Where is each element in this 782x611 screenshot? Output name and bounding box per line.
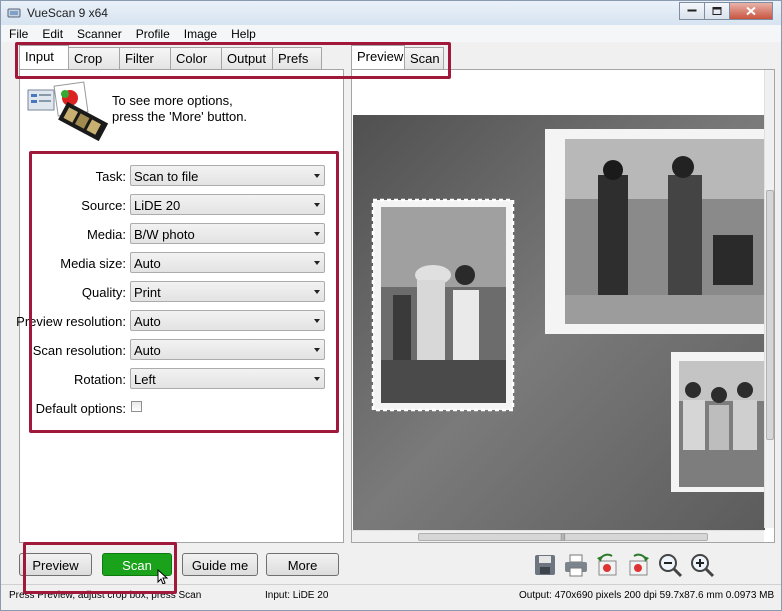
more-options-hint: To see more options, press the 'More' bu… xyxy=(112,93,247,125)
chevron-down-icon xyxy=(314,203,320,207)
media-size-select[interactable]: Auto xyxy=(130,252,325,273)
title-bar: VueScan 9 x64 xyxy=(1,1,781,25)
tab-scan[interactable]: Scan xyxy=(404,47,444,69)
rotation-row: Rotation: Left xyxy=(20,368,345,390)
media-row: Media: B/W photo xyxy=(20,223,345,245)
tab-input[interactable]: Input xyxy=(19,45,69,69)
maximize-button[interactable] xyxy=(704,2,730,20)
close-icon xyxy=(746,6,756,16)
default-options-row: Default options: xyxy=(20,397,345,419)
source-label: Source: xyxy=(81,198,126,213)
menu-image[interactable]: Image xyxy=(176,25,223,42)
horizontal-scroll-thumb[interactable]: ||| xyxy=(418,533,708,541)
default-options-label: Default options: xyxy=(35,401,126,416)
task-label: Task: xyxy=(95,169,126,184)
status-bar: Press Preview, adjust crop box, press Sc… xyxy=(1,584,781,610)
rotation-label: Rotation: xyxy=(73,372,126,387)
media-size-value: Auto xyxy=(134,256,161,271)
rotation-value: Left xyxy=(134,372,156,387)
media-label: Media: xyxy=(86,227,126,242)
quality-row: Quality: Print xyxy=(20,281,345,303)
menu-file[interactable]: File xyxy=(1,25,34,42)
preview-button[interactable]: Preview xyxy=(19,553,92,576)
tab-prefs[interactable]: Prefs xyxy=(272,47,322,69)
left-tab-bar: Input Crop Filter Color Output Prefs xyxy=(19,45,322,70)
tab-preview[interactable]: Preview xyxy=(351,45,405,69)
preview-image-area[interactable] xyxy=(353,115,765,530)
minimize-icon xyxy=(687,9,697,12)
tab-filter[interactable]: Filter xyxy=(119,47,171,69)
input-tab-panel: To see more options, press the 'More' bu… xyxy=(16,69,345,543)
preview-vertical-scrollbar[interactable] xyxy=(764,70,774,528)
chevron-down-icon xyxy=(314,232,320,236)
print-icon[interactable] xyxy=(563,552,589,578)
window-title: VueScan 9 x64 xyxy=(27,6,108,20)
default-options-checkbox[interactable] xyxy=(131,401,142,412)
scanned-album-page-image xyxy=(353,115,765,530)
chevron-down-icon xyxy=(314,290,320,294)
zoom-out-icon[interactable] xyxy=(657,552,683,578)
quality-value: Print xyxy=(134,285,161,300)
status-output-info: Output: 470x690 pixels 200 dpi 59.7x87.6… xyxy=(519,590,775,601)
tab-color[interactable]: Color xyxy=(170,47,222,69)
source-select[interactable]: LiDE 20 xyxy=(130,194,325,215)
maximize-icon xyxy=(712,7,722,15)
chevron-down-icon xyxy=(314,348,320,352)
app-window: VueScan 9 x64 File Edit Scanner Profile … xyxy=(0,0,782,611)
scanner-illustration-icon xyxy=(27,81,109,142)
task-value: Scan to file xyxy=(134,169,199,184)
chevron-down-icon xyxy=(314,319,320,323)
save-icon[interactable] xyxy=(532,552,558,578)
task-select[interactable]: Scan to file xyxy=(130,165,325,186)
rotate-right-icon[interactable] xyxy=(626,552,652,578)
menu-edit[interactable]: Edit xyxy=(34,25,69,42)
status-input-device: Input: LiDE 20 xyxy=(265,590,329,601)
vuescan-app-icon xyxy=(7,8,21,18)
hint-line-2: press the 'More' button. xyxy=(112,109,248,124)
rotate-left-icon[interactable] xyxy=(594,552,620,578)
more-button[interactable]: More xyxy=(266,553,339,576)
source-value: LiDE 20 xyxy=(134,198,181,213)
preview-horizontal-scrollbar[interactable]: ||| xyxy=(352,530,764,542)
vertical-scroll-thumb[interactable] xyxy=(766,190,774,440)
right-tab-bar: Preview Scan xyxy=(351,45,444,70)
hint-line-1: To see more options, xyxy=(112,93,233,108)
minimize-button[interactable] xyxy=(679,2,705,20)
menu-profile[interactable]: Profile xyxy=(128,25,176,42)
scan-resolution-row: Scan resolution: Auto xyxy=(20,339,345,361)
preview-resolution-value: Auto xyxy=(134,314,161,329)
tab-output[interactable]: Output xyxy=(221,47,273,69)
source-row: Source: LiDE 20 xyxy=(20,194,345,216)
preview-resolution-select[interactable]: Auto xyxy=(130,310,325,331)
chevron-down-icon xyxy=(314,261,320,265)
quality-label: Quality: xyxy=(81,285,126,300)
zoom-in-icon[interactable] xyxy=(689,552,715,578)
close-button[interactable] xyxy=(729,2,773,20)
scroll-grip-icon: ||| xyxy=(560,534,566,541)
preview-resolution-label: Preview resolution: xyxy=(16,314,126,329)
menu-bar: File Edit Scanner Profile Image Help xyxy=(1,25,781,42)
status-instructions: Press Preview, adjust crop box, press Sc… xyxy=(9,590,202,601)
media-value: B/W photo xyxy=(134,227,195,242)
task-row: Task: Scan to file xyxy=(20,165,345,187)
mouse-cursor-icon xyxy=(157,569,169,585)
guide-me-button[interactable]: Guide me xyxy=(182,553,258,576)
media-size-row: Media size: Auto xyxy=(20,252,345,274)
menu-scanner[interactable]: Scanner xyxy=(69,25,128,42)
rotation-select[interactable]: Left xyxy=(130,368,325,389)
menu-help[interactable]: Help xyxy=(223,25,262,42)
chevron-down-icon xyxy=(314,377,320,381)
preview-panel: ||| xyxy=(351,69,775,543)
media-size-label: Media size: xyxy=(60,256,126,271)
media-select[interactable]: B/W photo xyxy=(130,223,325,244)
tab-crop[interactable]: Crop xyxy=(68,47,120,69)
scan-resolution-select[interactable]: Auto xyxy=(130,339,325,360)
scan-resolution-label: Scan resolution: xyxy=(32,343,126,358)
window-controls xyxy=(679,2,773,20)
chevron-down-icon xyxy=(314,174,320,178)
quality-select[interactable]: Print xyxy=(130,281,325,302)
preview-resolution-row: Preview resolution: Auto xyxy=(16,310,345,332)
scan-resolution-value: Auto xyxy=(134,343,161,358)
